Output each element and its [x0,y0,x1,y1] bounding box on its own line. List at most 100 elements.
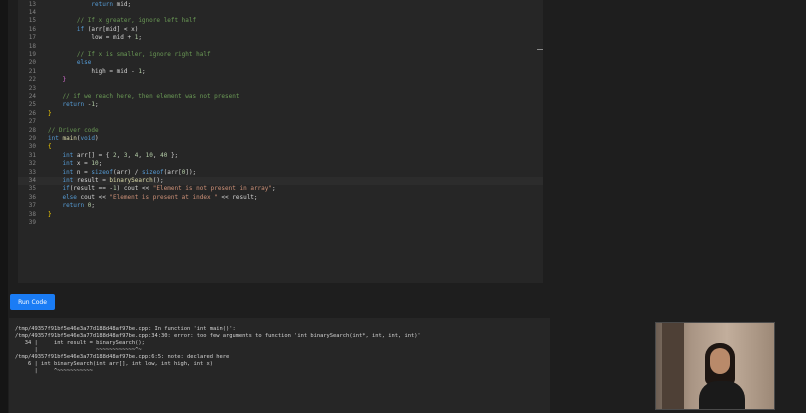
code-line[interactable]: 20 else [18,59,543,67]
code-token: high = mid - [48,67,139,75]
code-token: x = [73,160,92,168]
line-number: 35 [28,185,36,193]
code-text[interactable]: if(result == -1) cout << "Element is not… [48,185,276,193]
code-line[interactable]: 30 { [18,143,543,151]
line-number: 23 [28,84,36,92]
editor-scroll-indicator[interactable] [537,49,543,50]
code-token: 10 [145,151,153,159]
output-line: 34 | int result = binarySearch(); [15,340,145,346]
code-token: sizeof [141,168,164,176]
code-line[interactable]: 15 // If x greater, ignore left half [18,17,543,25]
line-number: 15 [28,17,36,25]
code-text[interactable]: high = mid - 1; [48,67,145,76]
code-line[interactable]: 26} [18,110,543,118]
code-text[interactable]: else [48,59,91,67]
code-line[interactable]: 23 [18,85,543,93]
code-line[interactable]: 16 if (arr[mid] < x) [18,26,543,34]
code-line[interactable]: 38} [18,211,543,219]
code-token: , [138,151,146,159]
code-text[interactable]: return mid; [48,1,131,9]
code-line[interactable]: 32 int x = 10; [18,160,543,168]
code-text[interactable]: // Driver code [48,127,99,135]
output-line: /tmp/49357f91bf5e46e3a77d188d48af97be.cp… [15,354,230,360]
code-text[interactable]: } [48,211,52,219]
code-line[interactable]: 21 high = mid - 1; [18,68,543,76]
code-line[interactable]: 39 [18,219,543,227]
code-token: result = [73,176,110,184]
code-line[interactable]: 22 } [18,76,543,84]
line-number: 32 [28,160,36,168]
code-text[interactable]: int main(void) [48,135,99,143]
code-text[interactable]: int n = sizeof(arr) / sizeof(arr[0]); [48,169,196,177]
code-line[interactable]: 18 [18,43,543,51]
code-editor[interactable]: 13 return mid; 14 15 // If x greater, igno… [18,0,543,283]
code-token: // Driver code [48,126,99,134]
code-token: cout << [76,193,110,201]
code-line[interactable]: 25 return -1; [18,101,543,109]
code-text[interactable]: // If x is smaller, ignore right half [48,51,211,59]
code-line[interactable]: 13 return mid; [18,1,543,9]
code-text[interactable]: return 0; [48,202,95,210]
code-text[interactable]: int result = binarySearch(); [48,176,164,185]
line-number: 29 [28,134,36,142]
code-line[interactable]: 28 // Driver code [18,127,543,135]
code-line[interactable]: 35 if(result == -1) cout << "Element is … [18,185,543,193]
code-token: , [152,151,161,159]
code-text[interactable]: int arr[] = { 2, 3, 4, 10, 40 }; [48,152,178,160]
code-line[interactable]: 14 [18,9,543,17]
code-text[interactable]: low = mid + 1; [48,34,142,42]
code-token: return [62,101,85,109]
code-token: (arr[ [163,168,182,176]
code-line[interactable]: 37 return 0; [18,202,543,210]
code-line[interactable]: 19 // If x is smaller, ignore right half [18,51,543,59]
code-text[interactable]: else cout << "Element is present at inde… [48,193,258,202]
code-line[interactable]: 24 // if we reach here, then element was… [18,93,543,101]
line-number: 19 [28,50,36,58]
code-line[interactable]: 34 int result = binarySearch(); [18,176,543,186]
line-number: 18 [28,42,36,50]
code-line[interactable]: 36 else cout << "Element is present at i… [18,194,543,202]
code-text[interactable]: } [48,110,52,118]
code-token: // If x greater, ignore left half [76,17,197,25]
code-token: int [62,168,74,176]
code-token: (result == - [69,185,114,193]
line-number: 33 [28,168,36,176]
code-line[interactable]: 17 low = mid + 1; [18,34,543,42]
code-token: ) [95,134,99,142]
code-text[interactable]: } [48,76,66,84]
line-number: 16 [28,25,36,33]
line-number: 39 [28,218,36,226]
code-text[interactable]: if (arr[mid] < x) [48,26,138,34]
code-token: , [116,151,124,159]
code-line[interactable]: 27 [18,118,543,126]
code-token: (); [152,176,164,184]
webcam-person-body [699,381,745,409]
code-token: << result; [217,193,258,201]
code-text[interactable]: // If x greater, ignore left half [48,17,196,25]
line-number: 24 [28,92,36,100]
code-line[interactable]: 33 int n = sizeof(arr) / sizeof(arr[0]); [18,169,543,177]
code-token: return [91,0,114,8]
code-text[interactable]: // if we reach here, then element was no… [48,93,239,101]
code-token: ; [272,185,276,193]
code-token: int [62,176,74,184]
code-text[interactable]: int x = 10; [48,160,102,168]
code-token: n = [73,168,92,176]
code-token: else [76,59,92,67]
run-code-button[interactable]: Run Code [10,294,55,310]
line-number: 28 [28,126,36,134]
code-token: mid; [113,0,132,8]
code-line[interactable]: 29 int main(void) [18,135,543,143]
code-text[interactable]: { [48,143,52,151]
code-token: int [62,160,74,168]
code-text[interactable]: return -1; [48,101,98,109]
code-line[interactable]: 31 int arr[] = { 2, 3, 4, 10, 40 }; [18,152,543,160]
